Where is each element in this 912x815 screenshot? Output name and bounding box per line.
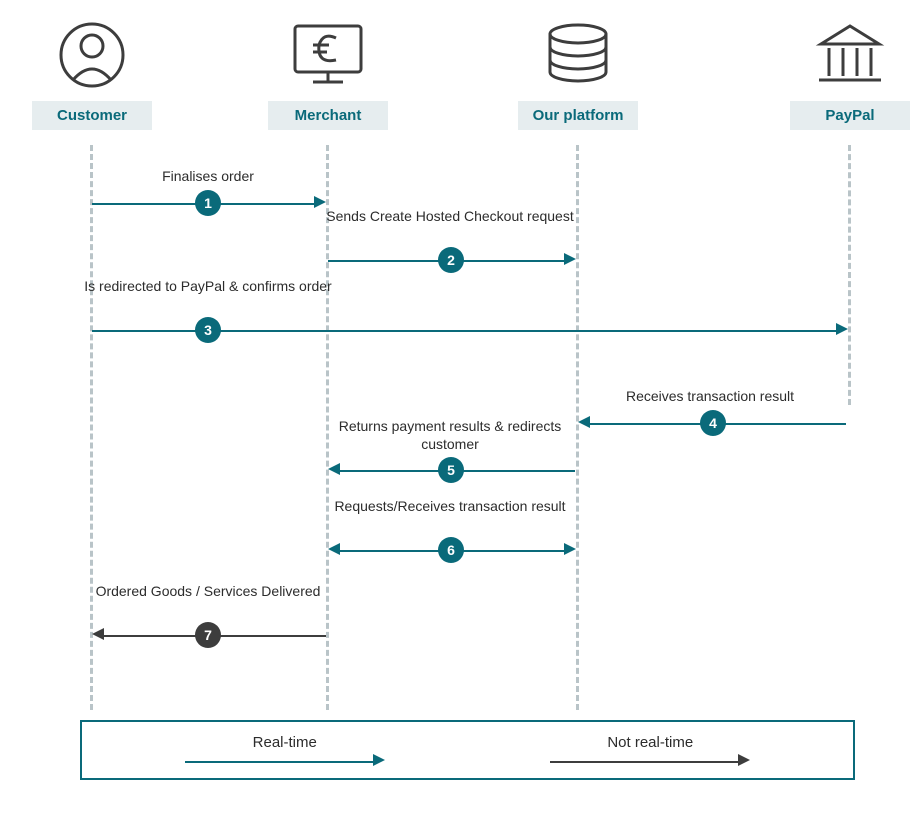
actor-platform: Our platform [518, 20, 638, 130]
step-1-badge: 1 [195, 190, 221, 216]
actor-label: Customer [32, 101, 152, 130]
step-5-label: Returns payment results & redirects cust… [320, 418, 580, 453]
monitor-euro-icon [289, 20, 367, 90]
step-6-label: Requests/Receives transaction result [320, 498, 580, 516]
step-6-badge: 6 [438, 537, 464, 563]
actor-label: Our platform [518, 101, 638, 130]
sequence-diagram: Customer Merchant Our platform [20, 20, 892, 795]
lifeline-paypal [848, 145, 851, 405]
actor-label: PayPal [790, 101, 910, 130]
legend: Real-time Not real-time [80, 720, 855, 780]
actor-paypal: PayPal [790, 20, 910, 130]
lifeline-customer [90, 145, 93, 710]
actor-label: Merchant [268, 101, 388, 130]
step-1-label: Finalises order [78, 168, 338, 186]
step-7-label: Ordered Goods / Services Delivered [78, 583, 338, 601]
legend-label: Not real-time [607, 734, 693, 751]
step-4-label: Receives transaction result [580, 388, 840, 406]
step-3-label: Is redirected to PayPal & confirms order [78, 278, 338, 296]
database-icon [542, 20, 614, 90]
bank-icon [811, 20, 889, 90]
step-2-label: Sends Create Hosted Checkout request [320, 208, 580, 226]
step-7-badge: 7 [195, 622, 221, 648]
step-5-badge: 5 [438, 457, 464, 483]
legend-realtime: Real-time [102, 734, 468, 767]
actor-merchant: Merchant [268, 20, 388, 130]
actor-customer: Customer [32, 20, 152, 130]
legend-label: Real-time [253, 734, 317, 751]
legend-notrealtime: Not real-time [468, 734, 834, 767]
person-icon [57, 20, 127, 90]
step-4-badge: 4 [700, 410, 726, 436]
step-2-badge: 2 [438, 247, 464, 273]
step-3-badge: 3 [195, 317, 221, 343]
